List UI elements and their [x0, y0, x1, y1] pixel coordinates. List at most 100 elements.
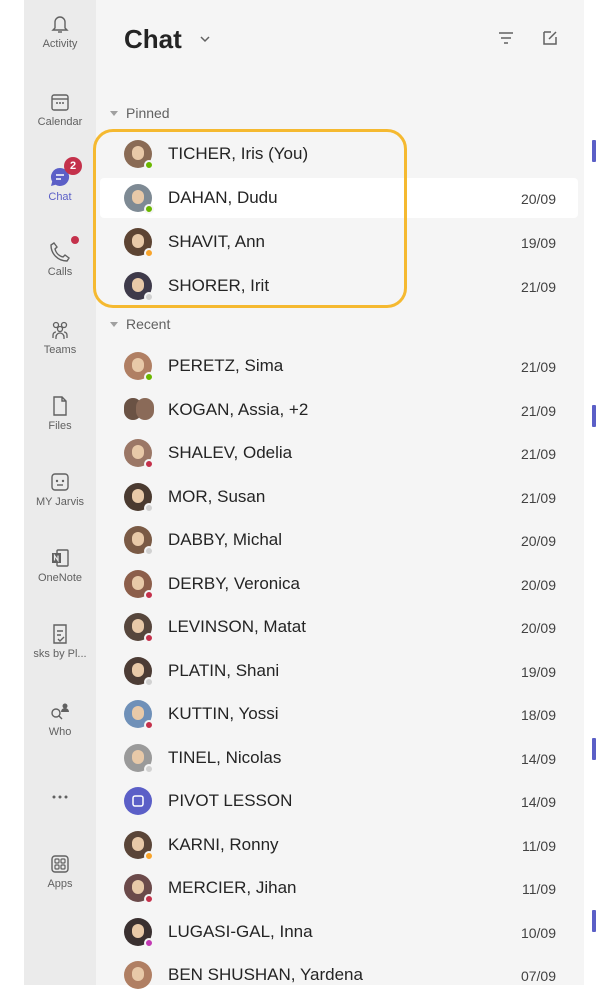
presence-indicator: [144, 720, 154, 730]
section-recent[interactable]: Recent: [110, 316, 170, 332]
contact-name: MOR, Susan: [168, 486, 266, 506]
contact-name: PERETZ, Sima: [168, 356, 284, 375]
chat-list-item[interactable]: DERBY, Veronica 20/09: [100, 564, 578, 604]
contact-name: SHALEV, Odelia: [168, 443, 293, 462]
teams-icon: [48, 318, 72, 342]
chat-list-item[interactable]: MERCIER, Jihan 11/09: [100, 868, 578, 908]
last-message-date: 21/09: [520, 446, 556, 462]
last-message-date: 20/09: [520, 576, 556, 593]
tasks-icon: [48, 622, 72, 646]
accent-mark: [592, 140, 596, 162]
notification-dot: [71, 236, 79, 244]
rail-item-bell[interactable]: Activity: [24, 12, 96, 50]
last-message-date: 14/09: [520, 750, 556, 767]
chat-list-item[interactable]: PERETZ, Sima 21/09: [100, 346, 578, 386]
presence-indicator: [144, 459, 154, 469]
filter-icon[interactable]: [496, 28, 516, 48]
accent-mark: [592, 910, 596, 932]
last-message-date: 20/09: [520, 533, 556, 549]
chat-list-item[interactable]: LEVINSON, Matat 20/09: [100, 607, 578, 647]
chat-list-item[interactable]: TINEL, Nicolas 14/09: [100, 738, 578, 778]
rail-item-apps[interactable]: Apps: [24, 852, 96, 890]
last-message-date: 19/09: [520, 663, 556, 680]
rail-item-label: Chat: [48, 191, 72, 203]
section-label: Recent: [126, 316, 171, 332]
last-message-date: 07/09: [520, 968, 556, 984]
rail-item-onenote[interactable]: OneNote: [24, 546, 96, 584]
contact-name: KOGAN, Assia, +2: [168, 399, 309, 419]
who-icon: [48, 700, 72, 724]
section-pinned[interactable]: Pinned: [110, 105, 170, 121]
rail-item-label: Activity: [42, 38, 78, 50]
last-message-date: 18/09: [520, 707, 556, 723]
contact-name: PLATIN, Shani: [168, 660, 280, 680]
presence-indicator: [144, 937, 154, 948]
rail-item-label: sks by Pl...: [33, 648, 87, 660]
presence-indicator: [144, 372, 154, 382]
highlight-annotation: [93, 129, 407, 308]
chat-list-item[interactable]: SHALEV, Odelia 21/09: [100, 433, 578, 473]
presence-indicator: [144, 589, 154, 600]
last-message-date: 21/09: [520, 279, 556, 295]
contact-name: DABBY, Michal: [168, 530, 283, 549]
rail-item-phone[interactable]: Calls: [24, 236, 96, 278]
chevron-down-icon[interactable]: [198, 32, 212, 46]
rail-item-teams[interactable]: Teams: [24, 318, 96, 356]
jarvis-icon: [48, 470, 72, 494]
accent-mark: [592, 738, 596, 760]
rail-item-label: Who: [48, 726, 72, 738]
contact-name: DERBY, Veronica: [168, 573, 300, 593]
contact-name: KARNI, Ronny: [168, 834, 279, 854]
last-message-date: 10/09: [520, 924, 556, 941]
chat-list-item[interactable]: KUTTIN, Yossi 18/09: [100, 694, 578, 734]
unread-badge: 2: [64, 157, 82, 175]
rail-item-label: Teams: [43, 344, 77, 356]
contact-name: TINEL, Nicolas: [168, 747, 282, 767]
chat-list-item[interactable]: PLATIN, Shani 19/09: [100, 651, 578, 691]
chat-list-item[interactable]: KOGAN, Assia, +2 21/09: [100, 390, 578, 430]
phone-icon: [48, 236, 79, 264]
rail-item-calendar[interactable]: Calendar: [24, 90, 96, 128]
last-message-date: 21/09: [520, 489, 556, 506]
rail-item-file[interactable]: Files: [24, 394, 96, 432]
presence-indicator: [144, 633, 154, 643]
rail-item-label: Files: [48, 420, 72, 432]
section-label: Pinned: [126, 105, 170, 121]
meeting-icon: [124, 787, 152, 815]
chat-list-item[interactable]: KARNI, Ronny 11/09: [100, 825, 578, 865]
last-message-date: 11/09: [522, 837, 556, 854]
group-avatar: [124, 396, 154, 424]
chat-list-item[interactable]: BEN SHUSHAN, Yardena 07/09: [100, 955, 578, 995]
rail-item-label: Calendar: [37, 116, 83, 128]
rail-item-tasks[interactable]: sks by Pl...: [24, 622, 96, 660]
last-message-date: 20/09: [520, 191, 556, 207]
chat-list-item[interactable]: PIVOT LESSON 14/09: [100, 781, 578, 821]
last-message-date: 20/09: [520, 620, 556, 636]
chat-icon: 2: [48, 157, 82, 189]
presence-indicator: [144, 894, 154, 904]
presence-indicator: [144, 502, 154, 513]
rail-item-label: OneNote: [37, 572, 83, 584]
new-chat-icon[interactable]: [540, 28, 560, 48]
rail-item-chat[interactable]: 2 Chat: [24, 157, 96, 203]
rail-item-label: Calls: [47, 266, 73, 278]
accent-mark: [592, 405, 596, 427]
presence-indicator: [144, 763, 154, 774]
file-icon: [48, 394, 72, 418]
rail-item-who[interactable]: Who: [24, 700, 96, 738]
last-message-date: 21/09: [520, 402, 556, 419]
contact-name: LEVINSON, Matat: [168, 617, 306, 636]
apps-icon: [48, 852, 72, 876]
rail-item-label: MY Jarvis: [35, 496, 85, 508]
presence-indicator: [144, 546, 154, 556]
chat-list-item[interactable]: MOR, Susan 21/09: [100, 477, 578, 517]
chat-list-item[interactable]: DABBY, Michal 20/09: [100, 520, 578, 560]
rail-item-label: Apps: [47, 878, 73, 890]
chat-list-item[interactable]: LUGASI-GAL, Inna 10/09: [100, 912, 578, 952]
presence-indicator: [144, 850, 154, 861]
contact-name: BEN SHUSHAN, Yardena: [168, 965, 363, 984]
rail-item-more[interactable]: [24, 785, 96, 809]
more-icon: [48, 785, 72, 809]
rail-item-jarvis[interactable]: MY Jarvis: [24, 470, 96, 508]
onenote-icon: [48, 546, 72, 570]
